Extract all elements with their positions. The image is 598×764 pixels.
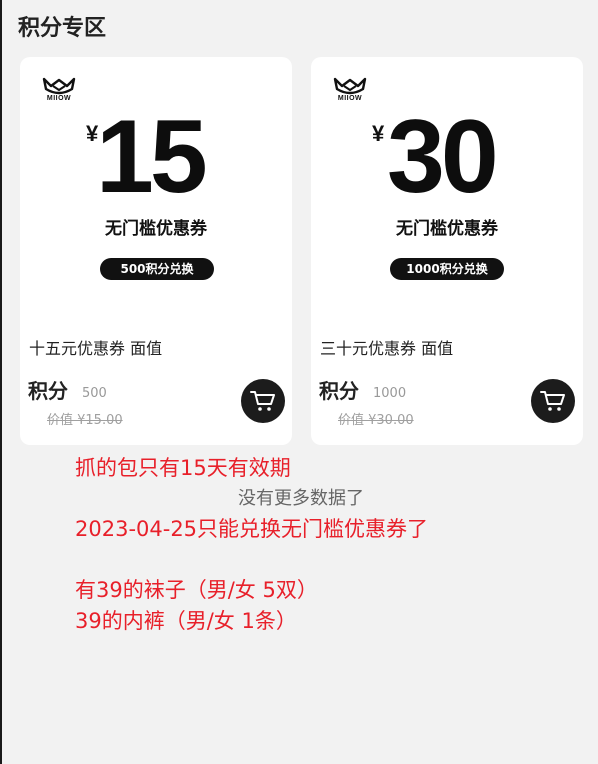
brand-logo: MIIOW xyxy=(333,77,367,107)
brand-logo: MIIOW xyxy=(42,77,76,107)
exchange-badge: 1000积分兑换 xyxy=(390,258,504,280)
cart-icon xyxy=(540,391,565,411)
coupon-type: 无门槛优惠券 xyxy=(396,219,498,239)
annotation-text: 有39的袜子（男/女 5双） xyxy=(75,578,318,602)
currency-symbol: ¥ xyxy=(372,121,385,146)
brand-name: MIIOW xyxy=(46,95,72,102)
left-border xyxy=(0,0,2,764)
cat-logo-icon xyxy=(333,77,367,95)
coupon-amount: 30 xyxy=(387,99,499,215)
coupon-title: 三十元优惠券 面值 xyxy=(320,339,454,358)
annotation-text: 39的内裤（男/女 1条） xyxy=(75,609,297,633)
coupon-amount: 15 xyxy=(96,99,208,215)
list-end-label: 没有更多数据了 xyxy=(238,488,364,509)
exchange-badge: 500积分兑换 xyxy=(100,258,214,280)
annotation-text: 抓的包只有15天有效期 xyxy=(75,456,291,480)
add-to-cart-button[interactable] xyxy=(531,379,575,423)
coupon-card-30[interactable]: MIIOW ¥ 30 无门槛优惠券 1000积分兑换 三十元优惠券 面值 积分 … xyxy=(311,57,583,445)
cat-logo-icon xyxy=(42,77,76,95)
points-value: 1000 xyxy=(373,386,407,401)
coupon-card-15[interactable]: MIIOW ¥ 15 无门槛优惠券 500积分兑换 十五元优惠券 面值 积分 5… xyxy=(20,57,292,445)
add-to-cart-button[interactable] xyxy=(241,379,285,423)
annotation-text: 2023-04-25只能兑换无门槛优惠券了 xyxy=(75,517,429,541)
cart-icon xyxy=(250,391,275,411)
original-price: 价值 ¥15.00 xyxy=(47,413,123,428)
points-value: 500 xyxy=(82,386,107,401)
coupon-title: 十五元优惠券 面值 xyxy=(29,339,163,358)
coupon-type: 无门槛优惠券 xyxy=(105,219,207,239)
list-end-text: 没有更多数据了 xyxy=(0,484,598,510)
points-label: 积分 xyxy=(319,379,359,403)
points-label: 积分 xyxy=(28,379,68,403)
page-title: 积分专区 xyxy=(18,16,107,41)
original-price: 价值 ¥30.00 xyxy=(338,413,414,428)
brand-name: MIIOW xyxy=(337,95,363,102)
